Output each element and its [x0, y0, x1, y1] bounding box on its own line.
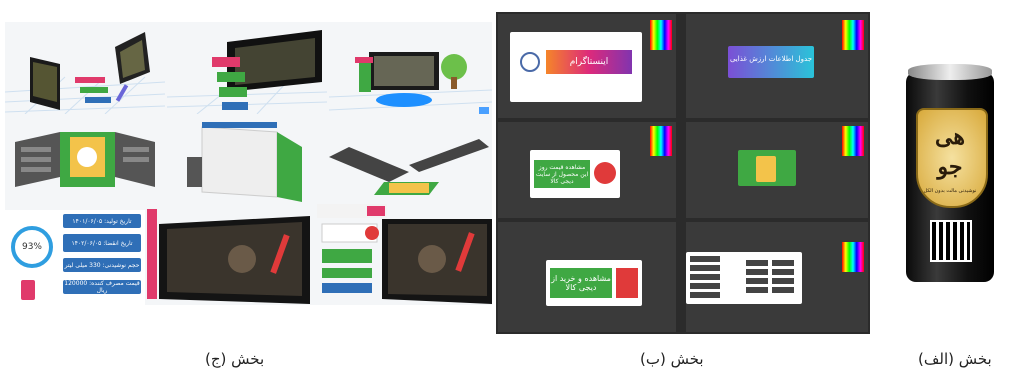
percent-ring: 93%	[11, 226, 53, 268]
info-button-3[interactable]: حجم نوشیدنی: 330 میلی لیتر	[63, 258, 141, 272]
color-picker-3	[650, 126, 672, 156]
price-button[interactable]: مشاهده قیمت روز این محصول از سایت دیجی ک…	[534, 160, 590, 188]
scene-grid-1	[5, 32, 165, 114]
instagram-text: اینستاگرام	[569, 57, 609, 67]
caption-c: بخش (ج)	[205, 350, 265, 368]
buy-button[interactable]: مشاهده و خرید از دیجی کالا	[550, 268, 612, 298]
beer-glass-icon	[756, 156, 776, 182]
ps-canvas-1: اینستاگرام	[510, 32, 642, 102]
ps-canvas-6	[686, 252, 802, 304]
digikala-logo-icon	[616, 268, 638, 298]
percent-label: 93%	[21, 242, 42, 252]
info-button-4[interactable]: قیمت مصرف کننده: 120000 ریال	[63, 280, 141, 294]
can-title-2: جو	[937, 154, 963, 180]
instagram-label: اینستاگرام	[546, 50, 632, 74]
price-button-text: مشاهده قیمت روز این محصول از سایت دیجی ک…	[535, 163, 589, 185]
nutrition-table-label: جدول اطلاعات ارزش غذایی	[729, 55, 813, 63]
ps-canvas-4	[738, 150, 796, 186]
ps-canvas-5: مشاهده و خرید از دیجی کالا	[546, 260, 642, 306]
table-cell	[690, 274, 720, 280]
can-subtitle: نوشیدنی مالت بدون الکل	[923, 188, 977, 194]
table-cell	[690, 283, 720, 289]
scene-panels-3	[329, 139, 489, 195]
color-picker-4	[842, 126, 864, 156]
can-title-1: هی	[935, 124, 965, 150]
ps-canvas-3: مشاهده قیمت روز این محصول از سایت دیجی ک…	[530, 150, 620, 198]
globe-icon	[520, 52, 540, 72]
panel-c: 93% تاریخ تولید: ۱۴۰۱/۰۶/۰۵ تاریخ انقضا:…	[5, 22, 492, 305]
table-cell	[690, 265, 720, 271]
table-cell	[772, 278, 794, 284]
info-button-2[interactable]: تاریخ انقضا: ۱۴۰۲/۰۶/۰۵	[63, 234, 141, 252]
table-cell	[690, 256, 720, 262]
info-button-1[interactable]: تاریخ تولید: ۱۴۰۱/۰۶/۰۵	[63, 214, 141, 228]
digikala-icon	[594, 162, 616, 184]
color-picker-1	[650, 20, 672, 50]
table-cell	[772, 260, 794, 266]
info-card: 93% تاریخ تولید: ۱۴۰۱/۰۶/۰۵ تاریخ انقضا:…	[5, 210, 145, 305]
ps-canvas-2: جدول اطلاعات ارزش غذایی	[728, 46, 814, 78]
table-cell	[746, 260, 768, 266]
drink-icon	[21, 280, 35, 300]
scene-panels-1	[15, 132, 155, 187]
color-picker-2	[842, 20, 864, 50]
table-cell	[746, 278, 768, 284]
table-cell	[772, 287, 794, 293]
scene-video-2	[317, 204, 492, 304]
panel-b: اینستاگرام جدول اطلاعات ارزش غذایی مشاهد…	[496, 12, 870, 334]
caption-a: بخش (الف)	[918, 350, 992, 368]
color-picker-6	[842, 242, 864, 272]
buy-button-text: مشاهده و خرید از دیجی کالا	[551, 274, 611, 292]
table-cell	[772, 269, 794, 275]
can-top	[908, 64, 992, 80]
scene-grid-2	[167, 30, 327, 114]
scene-video-1	[147, 209, 310, 304]
scene-panels-2	[187, 122, 302, 202]
caption-b: بخش (ب)	[640, 350, 704, 368]
table-cell	[746, 269, 768, 275]
scene-grid-3	[329, 52, 492, 114]
qr-code-icon	[930, 220, 972, 262]
table-cell	[690, 292, 720, 298]
table-cell	[746, 287, 768, 293]
panel-a: هی جو نوشیدنی مالت بدون الکل	[888, 60, 1013, 290]
